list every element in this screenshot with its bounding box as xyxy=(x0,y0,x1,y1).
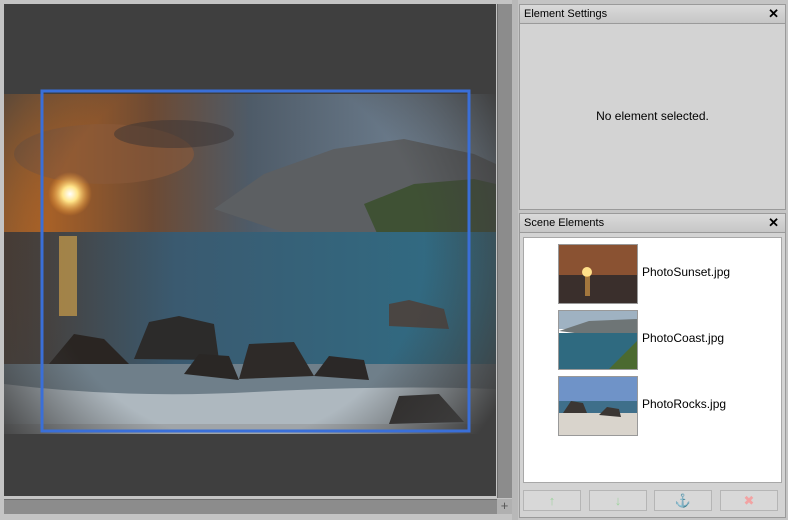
arrow-down-icon: ↓ xyxy=(614,493,622,508)
move-up-button[interactable]: ↑ xyxy=(523,490,581,511)
photo-coast-thumbnail xyxy=(558,310,638,370)
scene-canvas[interactable] xyxy=(4,4,496,496)
photo-rocks-thumbnail xyxy=(558,376,638,436)
list-item-label: PhotoCoast.jpg xyxy=(642,331,725,345)
scene-composition[interactable] xyxy=(4,4,496,496)
scene-elements-toolbar: ↑ ↓ ⚓ ✖ xyxy=(523,490,780,512)
delete-button[interactable]: ✖ xyxy=(720,490,778,511)
anchor-icon: ⚓ xyxy=(674,493,692,508)
list-item-photo-coast[interactable]: PhotoCoast.jpg xyxy=(558,310,768,370)
scene-elements-title: Scene Elements xyxy=(524,217,605,229)
close-icon[interactable]: ✕ xyxy=(768,214,779,232)
element-settings-panel: Element Settings ✕ No element selected. xyxy=(519,4,786,210)
anchor-button[interactable]: ⚓ xyxy=(654,490,712,511)
panel-splitter[interactable] xyxy=(512,0,518,520)
element-settings-header: Element Settings ✕ xyxy=(520,5,785,24)
delete-icon: ✖ xyxy=(743,493,755,508)
zoom-corner-icon[interactable]: + xyxy=(497,499,512,514)
scene-elements-list[interactable]: PhotoSunset.jpg PhotoCoast.jpg PhotoRock… xyxy=(523,237,782,483)
close-icon[interactable]: ✕ xyxy=(768,5,779,23)
horizontal-scrollbar[interactable] xyxy=(4,499,497,514)
element-settings-title: Element Settings xyxy=(524,8,608,20)
move-down-button[interactable]: ↓ xyxy=(589,490,647,511)
list-item-photo-sunset[interactable]: PhotoSunset.jpg xyxy=(558,244,768,304)
vertical-scrollbar[interactable] xyxy=(497,4,512,498)
arrow-up-icon: ↑ xyxy=(548,493,556,508)
no-selection-message: No element selected. xyxy=(596,109,709,123)
list-item-photo-rocks[interactable]: PhotoRocks.jpg xyxy=(558,376,768,436)
list-item-label: PhotoSunset.jpg xyxy=(642,265,731,279)
list-item-label: PhotoRocks.jpg xyxy=(642,397,727,411)
scene-elements-panel: Scene Elements ✕ PhotoSunset.jpg PhotoCo… xyxy=(519,213,786,518)
photo-sunset-thumbnail xyxy=(558,244,638,304)
scene-elements-header: Scene Elements ✕ xyxy=(520,214,785,233)
